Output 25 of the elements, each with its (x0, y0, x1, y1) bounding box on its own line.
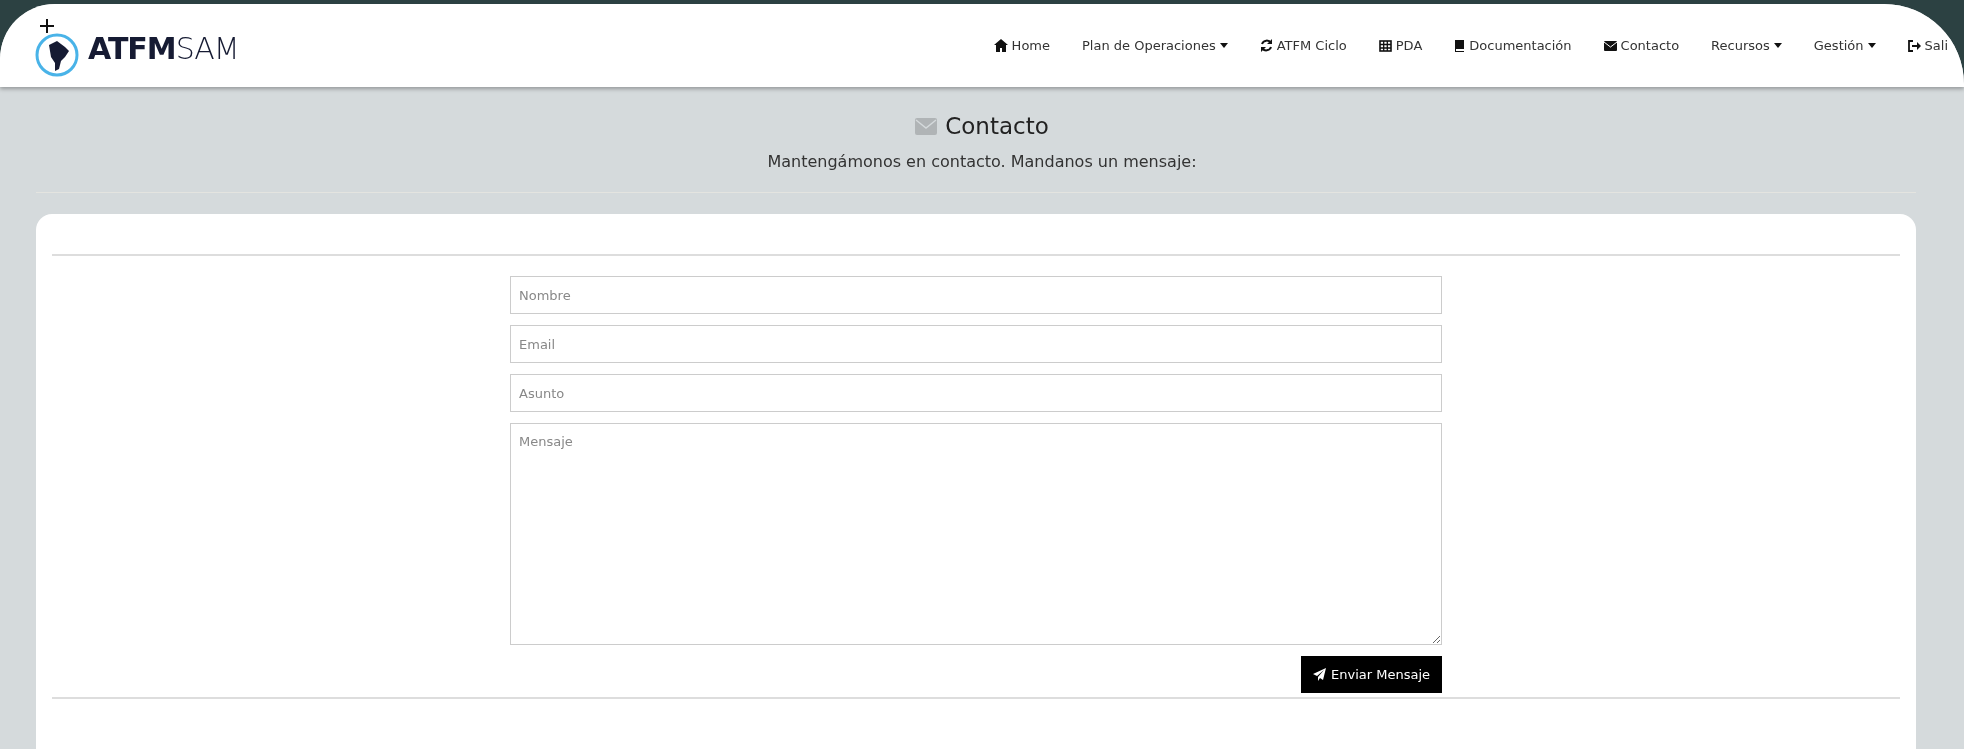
nav-link[interactable]: ATFM Ciclo (1243, 38, 1363, 53)
page-subtitle: Mantengámonos en contacto. Mandanos un mensaje: (767, 152, 1197, 171)
nav-link[interactable]: Recursos (1695, 38, 1798, 53)
nav-link[interactable]: Home (977, 38, 1066, 53)
nav-link[interactable]: Gestión (1797, 38, 1892, 53)
book-icon (1454, 39, 1466, 52)
nav-link[interactable]: Plan de Operaciones (1066, 38, 1244, 53)
input-field[interactable]: Email (510, 325, 1442, 363)
page-title: Contacto (945, 113, 1049, 139)
envelope-icon (915, 117, 938, 135)
nav-link[interactable]: Documentación (1438, 38, 1588, 53)
input-field[interactable]: Asunto (510, 374, 1442, 412)
nav-link[interactable]: Sali (1891, 38, 1964, 53)
logo-text: ATFMSAM (88, 31, 239, 66)
refresh-icon (1259, 39, 1273, 52)
table-icon (1378, 39, 1392, 52)
input-field[interactable]: Nombre (510, 276, 1442, 314)
sign-out-icon (1907, 39, 1921, 52)
nav-link[interactable]: PDA (1362, 38, 1439, 53)
paper-plane-icon (1313, 668, 1326, 681)
envelope-icon (1603, 40, 1617, 51)
message-field[interactable]: Mensaje (510, 423, 1442, 645)
nav-link[interactable]: Contacto (1587, 38, 1696, 53)
home-icon (993, 39, 1008, 52)
send-button[interactable]: Enviar Mensaje (1301, 656, 1442, 693)
